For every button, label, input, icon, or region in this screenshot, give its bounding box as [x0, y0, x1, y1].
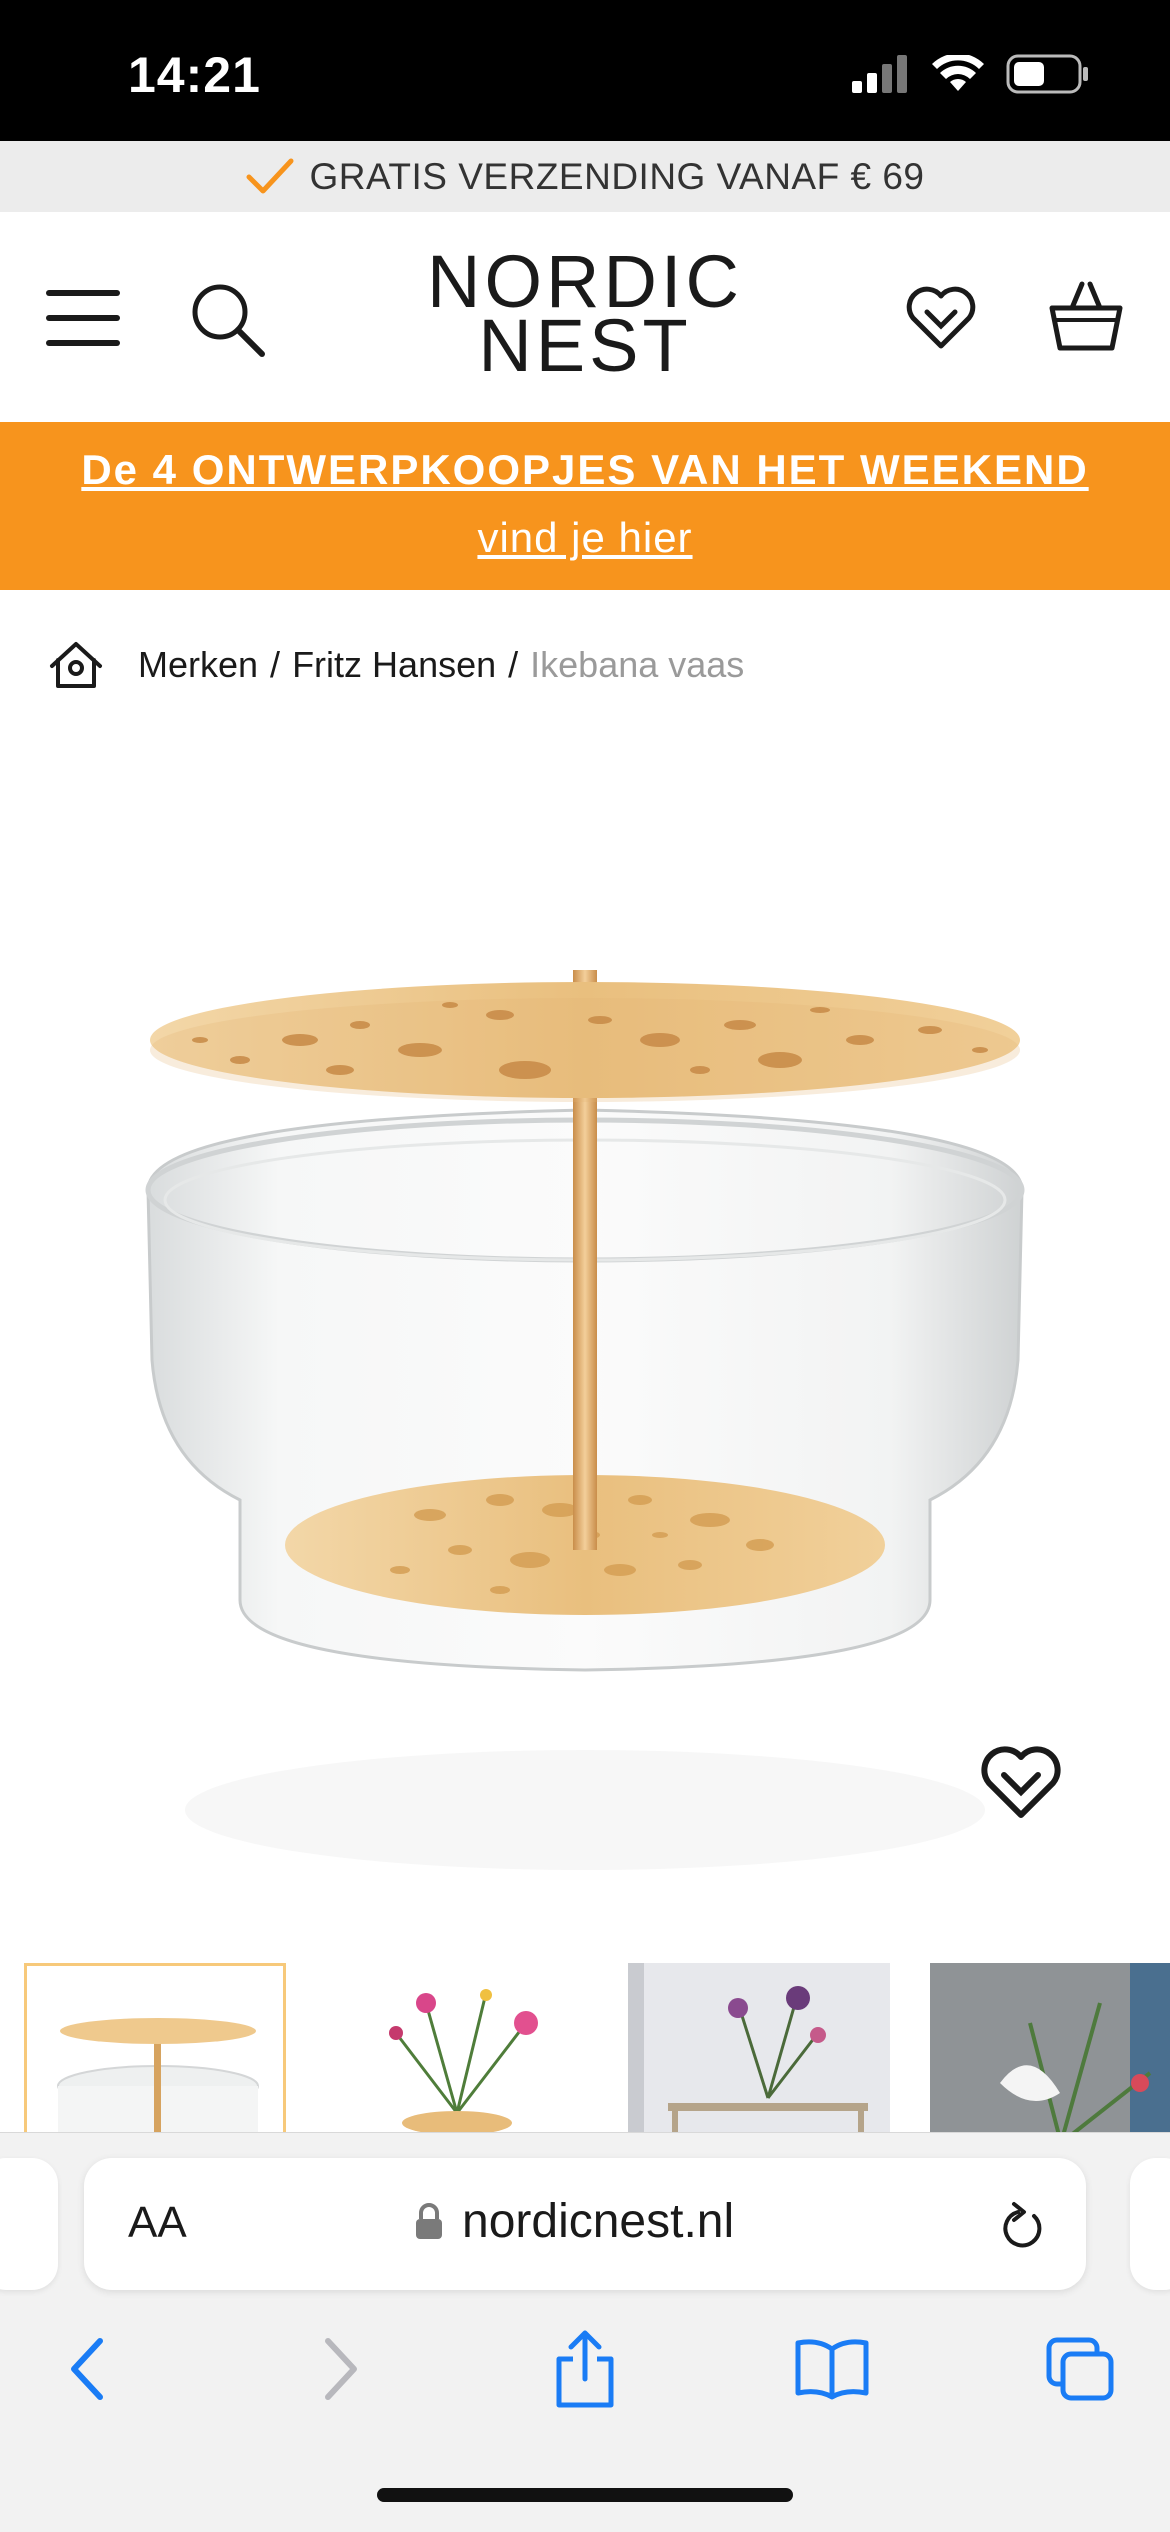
- address-bar[interactable]: AA nordicnest.nl: [84, 2158, 1086, 2290]
- url-text: nordicnest.nl: [462, 2195, 735, 2248]
- chevron-left-icon: [71, 2338, 103, 2400]
- reload-icon[interactable]: [998, 2196, 1046, 2252]
- breadcrumb-current: Ikebana vaas: [530, 644, 745, 685]
- share-button[interactable]: [535, 2319, 635, 2419]
- safari-toolbar: AA nordicnest.nl: [0, 2132, 1170, 2532]
- product-wishlist-heart-icon[interactable]: [980, 1745, 1062, 1819]
- home-indicator: [377, 2488, 793, 2502]
- thumbnail-anthurium[interactable]: [930, 1963, 1170, 2133]
- thumbnail-vase[interactable]: [24, 1963, 286, 2133]
- product-thumbnails: [24, 1963, 1170, 2133]
- breadcrumb: Merken / Fritz Hansen / Ikebana vaas: [48, 630, 744, 700]
- back-button[interactable]: [38, 2319, 138, 2419]
- promo-headline-link[interactable]: De 4 ONTWERPKOOPJES VAN HET WEEKEND: [0, 446, 1170, 494]
- previous-tab-preview[interactable]: [0, 2158, 58, 2290]
- book-icon: [795, 2339, 869, 2400]
- home-icon[interactable]: [48, 640, 104, 690]
- thumbnail-shelf[interactable]: [628, 1963, 890, 2133]
- tabs-button[interactable]: [1030, 2319, 1130, 2419]
- status-bar: 14:21: [0, 0, 1170, 141]
- share-icon: [556, 2330, 614, 2408]
- logo-line-2: NEST: [478, 304, 692, 387]
- safari-nav-bar: [0, 2319, 1170, 2439]
- tabs-icon: [1046, 2337, 1114, 2401]
- lock-icon: [416, 2202, 442, 2239]
- wishlist-heart-icon[interactable]: [905, 286, 977, 350]
- chevron-right-icon: [325, 2338, 357, 2400]
- site-header: NORDIC NEST: [0, 212, 1170, 422]
- free-shipping-bar: GRATIS VERZENDING VANAF € 69: [0, 141, 1170, 212]
- status-time: 14:21: [128, 47, 261, 103]
- bookmarks-button[interactable]: [782, 2319, 882, 2419]
- breadcrumb-separator: /: [508, 644, 519, 685]
- search-icon[interactable]: [190, 282, 266, 358]
- breadcrumb-fritz-hansen[interactable]: Fritz Hansen: [292, 644, 496, 686]
- nordic-nest-logo[interactable]: NORDIC NEST: [420, 245, 750, 387]
- text-size-button[interactable]: AA: [128, 2198, 187, 2248]
- status-icons: [852, 54, 1090, 94]
- breadcrumb-separator: /: [270, 644, 281, 685]
- basket-icon[interactable]: [1048, 280, 1124, 354]
- thumbnail-flowers[interactable]: [326, 1963, 588, 2133]
- next-tab-preview[interactable]: [1130, 2158, 1170, 2290]
- signal-icon: [852, 55, 907, 93]
- free-shipping-text: GRATIS VERZENDING VANAF € 69: [309, 155, 925, 197]
- wifi-icon: [932, 55, 984, 91]
- forward-button[interactable]: [290, 2319, 390, 2419]
- battery-icon: [1006, 54, 1088, 94]
- weekend-deals-banner[interactable]: De 4 ONTWERPKOOPJES VAN HET WEEKEND vind…: [0, 422, 1170, 590]
- breadcrumb-merken[interactable]: Merken: [138, 644, 258, 686]
- url-display[interactable]: nordicnest.nl: [414, 2194, 734, 2249]
- checkmark-icon: [246, 158, 294, 193]
- promo-subtext-link[interactable]: vind je hier: [0, 514, 1170, 562]
- menu-icon[interactable]: [46, 288, 120, 348]
